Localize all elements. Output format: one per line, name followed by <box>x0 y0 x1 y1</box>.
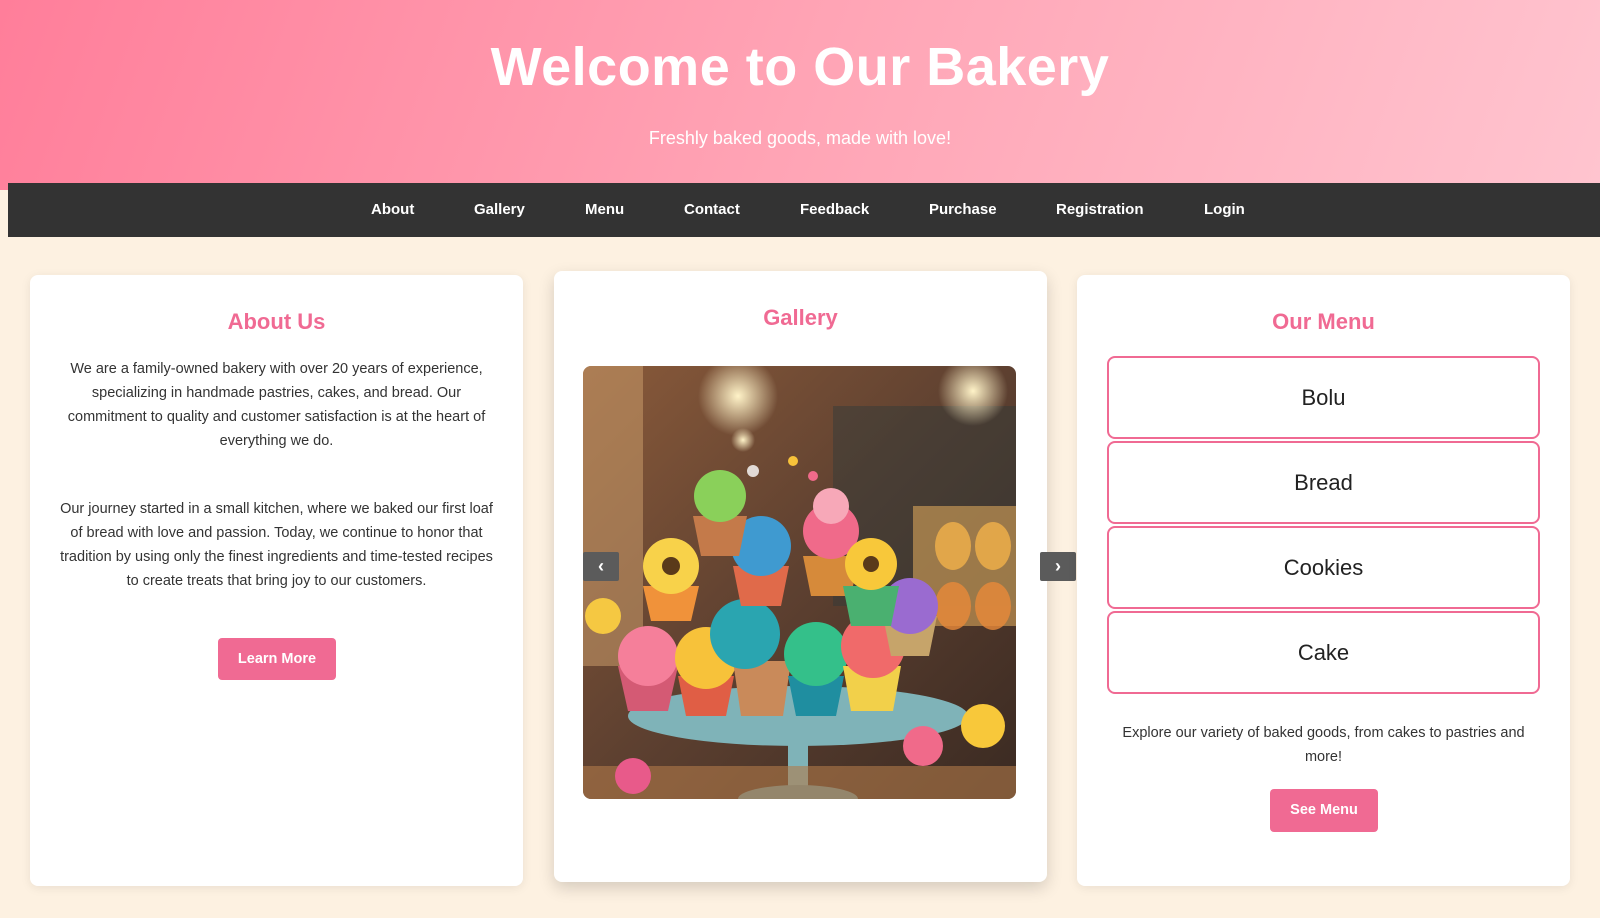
nav-item-purchase[interactable]: Purchase <box>929 183 997 237</box>
gallery-card: Gallery ‹ › <box>554 271 1076 882</box>
main-navbar: About Gallery Menu Contact Feedback Purc… <box>8 183 1600 237</box>
nav-item-feedback[interactable]: Feedback <box>800 183 869 237</box>
gallery-next-button[interactable]: › <box>1040 552 1076 581</box>
nav-item-registration[interactable]: Registration <box>1056 183 1144 237</box>
cupcake-illustration <box>583 366 1016 799</box>
page-subtitle: Freshly baked goods, made with love! <box>648 128 952 148</box>
gallery-image-cupcakes <box>583 366 1016 799</box>
gallery-prev-button[interactable]: ‹ <box>583 552 619 581</box>
nav-item-gallery[interactable]: Gallery <box>474 183 525 237</box>
nav-item-contact[interactable]: Contact <box>684 183 740 237</box>
about-card: About Us We are a family-owned bakery wi… <box>30 275 523 886</box>
hero-header: Welcome to Our Bakery Freshly baked good… <box>0 0 1600 190</box>
menu-title: Our Menu <box>1272 309 1375 334</box>
page-title: Welcome to Our Bakery <box>490 37 1110 97</box>
nav-item-menu[interactable]: Menu <box>585 183 624 237</box>
menu-item-bread[interactable]: Bread <box>1107 441 1540 524</box>
about-paragraph-2: Our journey started in a small kitchen, … <box>60 501 493 589</box>
nav-item-login[interactable]: Login <box>1204 183 1245 237</box>
learn-more-button[interactable]: Learn More <box>218 638 336 680</box>
nav-item-about[interactable]: About <box>371 183 414 237</box>
about-paragraph-1: We are a family-owned bakery with over 2… <box>67 361 486 449</box>
about-title: About Us <box>227 309 326 334</box>
menu-item-cake[interactable]: Cake <box>1107 611 1540 694</box>
menu-item-cookies[interactable]: Cookies <box>1107 526 1540 609</box>
menu-description: Explore our variety of baked goods, from… <box>1122 725 1525 765</box>
gallery-title: Gallery <box>763 305 838 330</box>
menu-card: Our Menu Bolu Bread Cookies Cake Explore… <box>1077 275 1570 886</box>
menu-item-bolu[interactable]: Bolu <box>1107 356 1540 439</box>
see-menu-button[interactable]: See Menu <box>1270 789 1378 832</box>
